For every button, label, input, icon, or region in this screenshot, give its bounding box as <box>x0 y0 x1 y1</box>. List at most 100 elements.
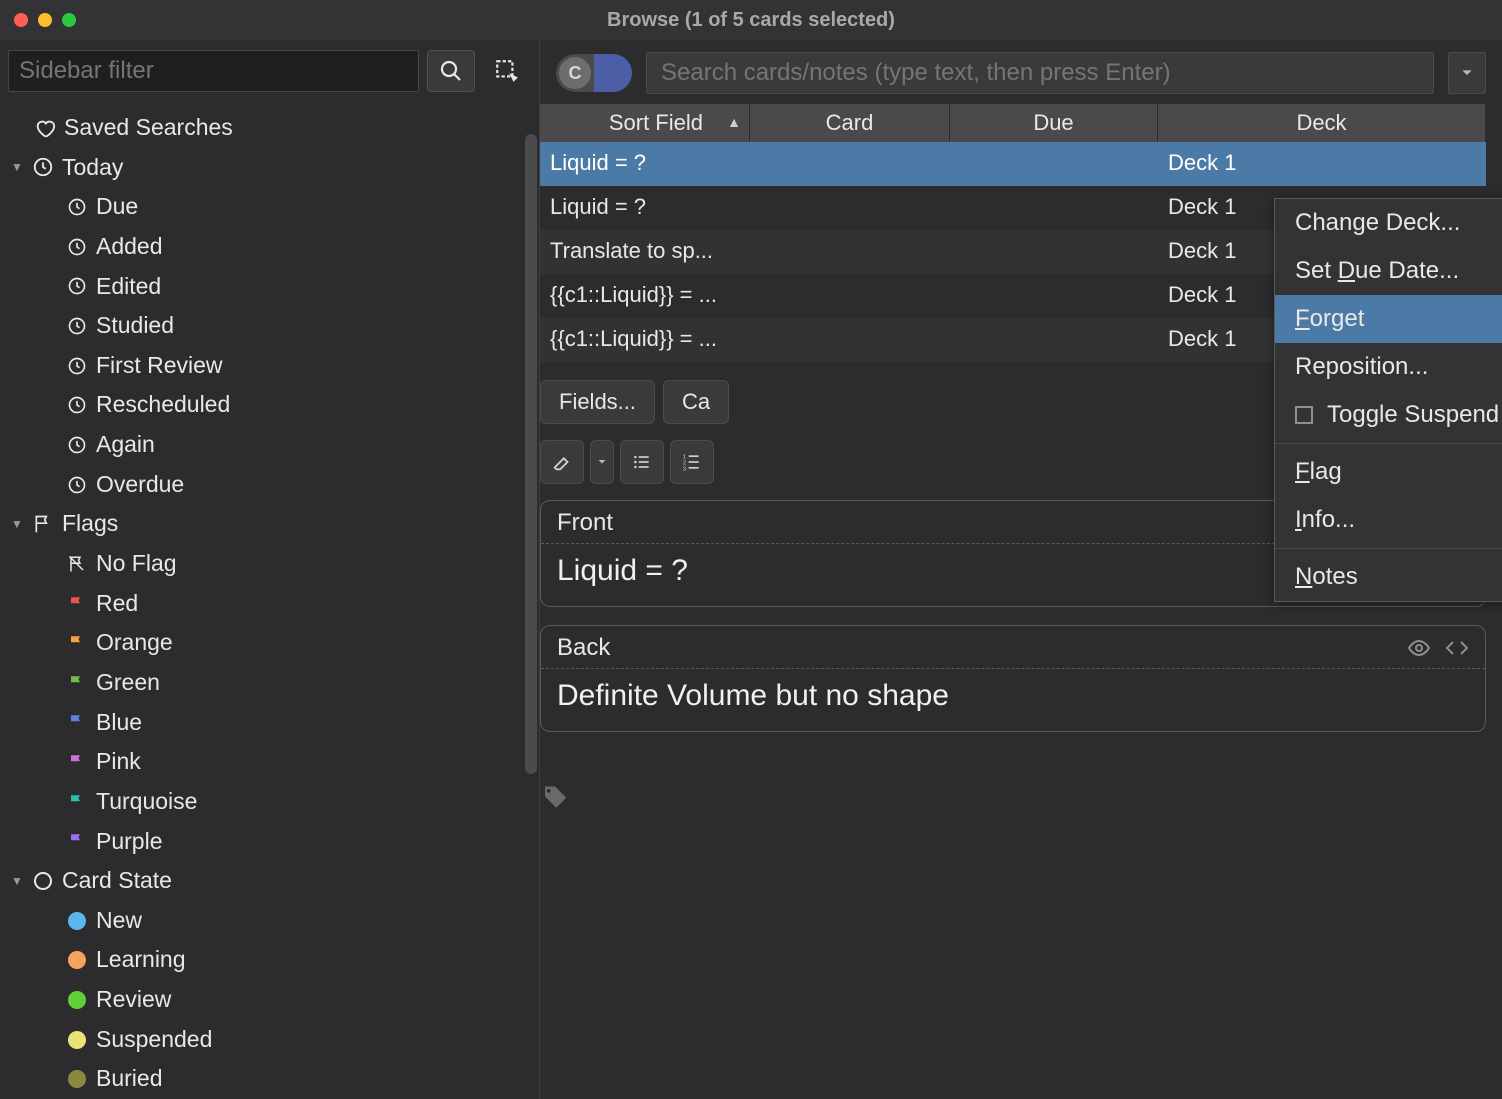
sidebar-item-saved-searches[interactable]: Saved Searches <box>4 108 535 148</box>
clock-icon <box>66 197 88 217</box>
sidebar-scrollbar[interactable] <box>525 134 537 774</box>
sidebar-item-today-due[interactable]: Due <box>4 187 535 227</box>
cell-due <box>950 318 1158 362</box>
sidebar-item-state-new[interactable]: New <box>4 901 535 941</box>
column-sort-field[interactable]: Sort Field ▲ <box>540 104 750 142</box>
menu-item-change-deck[interactable]: Change Deck...⌘D <box>1275 199 1502 247</box>
sidebar-item-today-again[interactable]: Again <box>4 425 535 465</box>
sidebar-item-today-overdue[interactable]: Overdue <box>4 465 535 505</box>
fields-button[interactable]: Fields... <box>540 380 655 424</box>
sidebar-item-flag-pink[interactable]: Pink <box>4 742 535 782</box>
code-icon <box>1445 636 1469 660</box>
clock-icon <box>66 475 88 495</box>
sidebar-label: Learning <box>96 942 186 978</box>
cell-sort-field: {{c1::Liquid}} = ... <box>540 274 750 318</box>
disclosure-triangle-icon[interactable]: ▼ <box>10 515 24 534</box>
flag-icon <box>66 634 88 652</box>
context-menu: Change Deck...⌘DSet Due Date...⇧⌘DForget… <box>1274 198 1502 602</box>
sidebar-label: Due <box>96 189 138 225</box>
sidebar-item-flag-no-flag[interactable]: No Flag <box>4 544 535 584</box>
sidebar-label: Overdue <box>96 467 184 503</box>
flag-icon <box>66 595 88 613</box>
cell-due <box>950 274 1158 318</box>
flag-icon <box>32 514 54 534</box>
sidebar-item-today-first-review[interactable]: First Review <box>4 346 535 386</box>
flag-icon <box>66 753 88 771</box>
sidebar-item-flag-orange[interactable]: Orange <box>4 623 535 663</box>
status-dot-icon <box>66 991 88 1009</box>
sidebar-item-flag-green[interactable]: Green <box>4 663 535 703</box>
menu-item-info[interactable]: Info...⇧⌘I <box>1275 496 1502 544</box>
cell-sort-field: Liquid = ? <box>540 142 750 186</box>
menu-item-label: Flag <box>1295 458 1342 486</box>
sidebar-label: No Flag <box>96 546 177 582</box>
cards-notes-toggle[interactable]: C <box>556 54 632 92</box>
cell-sort-field: Translate to sp... <box>540 230 750 274</box>
circle-icon <box>32 872 54 890</box>
sidebar-item-state-buried[interactable]: Buried <box>4 1059 535 1099</box>
menu-item-label: Change Deck... <box>1295 209 1460 237</box>
back-value[interactable]: Definite Volume but no shape <box>541 669 1485 731</box>
sidebar-item-today-added[interactable]: Added <box>4 227 535 267</box>
menu-item-forget[interactable]: Forget⌥⌘N <box>1275 295 1502 343</box>
sidebar-item-flag-blue[interactable]: Blue <box>4 703 535 743</box>
flag-icon <box>66 793 88 811</box>
sidebar-item-state-review[interactable]: Review <box>4 980 535 1020</box>
column-due[interactable]: Due <box>950 104 1158 142</box>
menu-item-label: Reposition... <box>1295 353 1428 381</box>
ordered-list-button[interactable]: 123 <box>670 440 714 484</box>
cell-card <box>750 142 950 186</box>
sidebar-filter-input[interactable] <box>8 50 419 92</box>
unordered-list-button[interactable] <box>620 440 664 484</box>
heart-icon <box>34 117 56 139</box>
sidebar-item-today-rescheduled[interactable]: Rescheduled <box>4 385 535 425</box>
menu-item-flag[interactable]: Flag▶ <box>1275 448 1502 496</box>
sidebar-item-flag-turquoise[interactable]: Turquoise <box>4 782 535 822</box>
column-deck[interactable]: Deck <box>1158 104 1486 142</box>
sidebar-label: Again <box>96 427 155 463</box>
clock-icon <box>66 276 88 296</box>
sidebar-item-today[interactable]: ▼ Today <box>4 148 535 188</box>
sidebar-label: Orange <box>96 625 173 661</box>
status-dot-icon <box>66 1070 88 1088</box>
table-row[interactable]: Liquid = ? Deck 1 <box>540 142 1486 186</box>
search-icon <box>439 59 463 83</box>
status-dot-icon <box>66 951 88 969</box>
sidebar-item-flag-purple[interactable]: Purple <box>4 822 535 862</box>
sidebar-selection-tool-button[interactable] <box>483 50 531 92</box>
sidebar-label: Buried <box>96 1061 162 1097</box>
titlebar: Browse (1 of 5 cards selected) <box>0 0 1502 40</box>
disclosure-triangle-icon[interactable]: ▼ <box>10 158 24 177</box>
sidebar-tree: Saved Searches ▼ Today DueAddedEditedStu… <box>0 102 539 1099</box>
sidebar-item-today-edited[interactable]: Edited <box>4 267 535 307</box>
sidebar-label: Edited <box>96 269 161 305</box>
sidebar-label: Purple <box>96 824 162 860</box>
sidebar-item-today-studied[interactable]: Studied <box>4 306 535 346</box>
status-dot-icon <box>66 912 88 930</box>
cell-deck: Deck 1 <box>1158 142 1486 186</box>
column-card[interactable]: Card <box>750 104 950 142</box>
menu-item-toggle-suspend[interactable]: Toggle Suspend⌘J <box>1275 391 1502 439</box>
menu-item-set-due-date[interactable]: Set Due Date...⇧⌘D <box>1275 247 1502 295</box>
menu-item-notes[interactable]: Notes▶ <box>1275 553 1502 601</box>
eraser-dropdown[interactable] <box>590 440 614 484</box>
toggle-visibility-button[interactable] <box>1407 636 1431 660</box>
search-history-dropdown[interactable] <box>1448 52 1486 94</box>
html-editor-button[interactable] <box>1445 636 1469 660</box>
sidebar-item-flag-red[interactable]: Red <box>4 584 535 624</box>
sidebar-item-state-suspended[interactable]: Suspended <box>4 1020 535 1060</box>
eraser-button[interactable] <box>540 440 584 484</box>
menu-separator <box>1275 443 1502 444</box>
search-input[interactable] <box>646 52 1434 94</box>
menu-item-reposition[interactable]: Reposition...⇧⌘S <box>1275 343 1502 391</box>
sidebar-item-card-state[interactable]: ▼ Card State <box>4 861 535 901</box>
sidebar-search-button[interactable] <box>427 50 475 92</box>
cell-sort-field: {{c1::Liquid}} = ... <box>540 318 750 362</box>
sidebar-item-flags[interactable]: ▼ Flags <box>4 504 535 544</box>
cards-button-partial[interactable]: Ca <box>663 380 729 424</box>
list-ol-icon: 123 <box>682 452 702 472</box>
back-label: Back <box>557 634 610 662</box>
tags-row[interactable] <box>540 784 1486 814</box>
disclosure-triangle-icon[interactable]: ▼ <box>10 872 24 891</box>
sidebar-item-state-learning[interactable]: Learning <box>4 940 535 980</box>
